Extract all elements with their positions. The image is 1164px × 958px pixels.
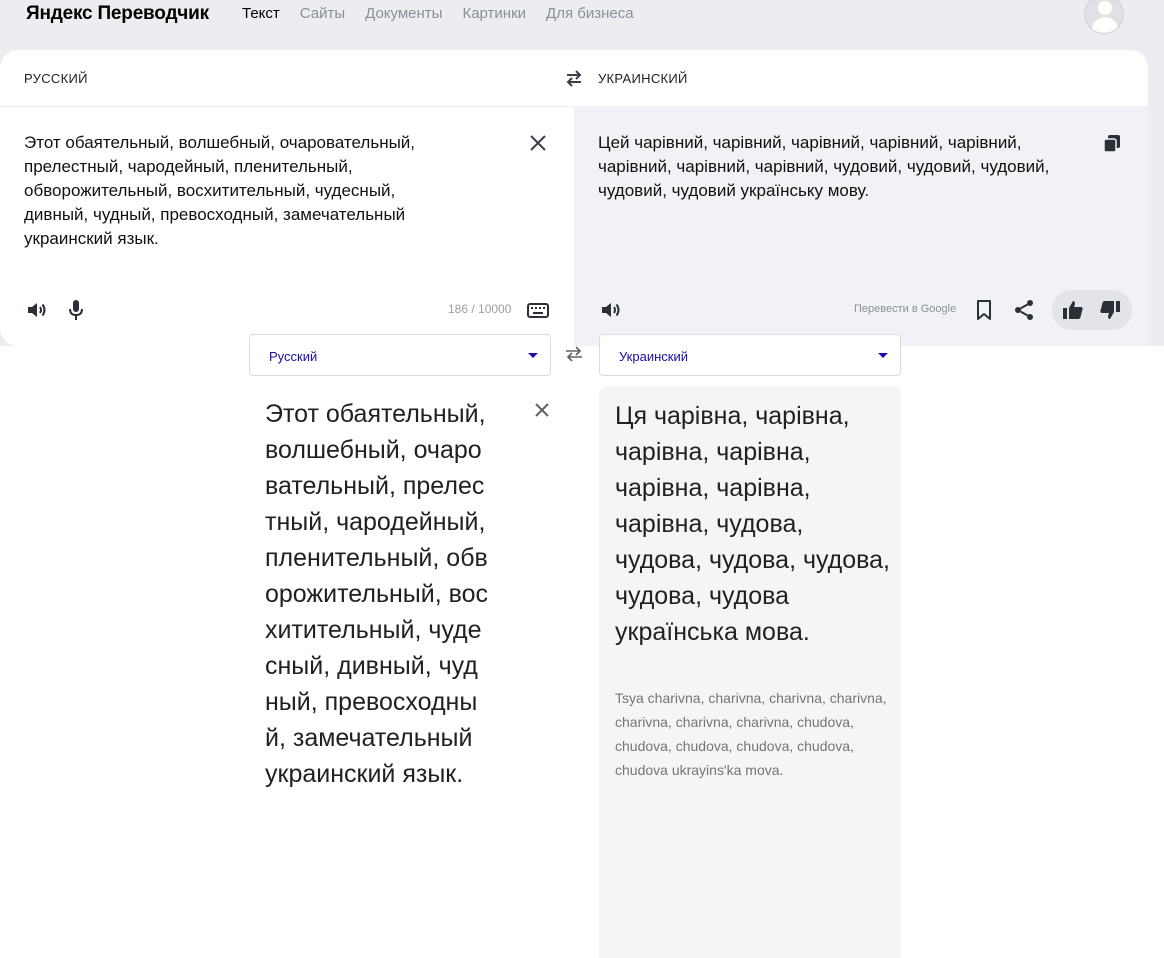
yandex-header: Яндекс Переводчик Текст Сайты Документы … [0, 0, 1164, 50]
thumbs-up-icon[interactable] [1061, 298, 1085, 322]
nav-tab-documents[interactable]: Документы [365, 5, 442, 22]
google-source-language-select[interactable]: Русский [249, 334, 551, 376]
yandex-translator-card: РУССКИЙ УКРАИНСКИЙ Этот обаятельный, вол… [0, 50, 1148, 346]
avatar-body [1092, 17, 1118, 33]
chevron-down-icon [878, 353, 888, 358]
user-avatar[interactable] [1084, 0, 1124, 34]
bookmark-icon[interactable] [972, 298, 996, 322]
target-language-button[interactable]: УКРАИНСКИЙ [598, 71, 688, 86]
close-icon[interactable] [528, 133, 548, 153]
thumbs-down-icon[interactable] [1098, 298, 1122, 322]
speaker-icon[interactable] [25, 298, 49, 322]
nav-tab-text[interactable]: Текст [242, 5, 280, 22]
google-target-language-select[interactable]: Украинский [599, 334, 901, 376]
google-translation-output: Ця чарівна, чарівна, чарівна, чарівна, ч… [615, 402, 890, 646]
google-transliteration: Tsya charivna, charivna, charivna, chari… [615, 690, 887, 778]
chevron-down-icon [528, 353, 538, 358]
source-text-input[interactable]: Этот обаятельный, волшебный, очарователь… [24, 131, 464, 251]
google-target-language-label: Украинский [619, 349, 688, 364]
share-icon[interactable] [1012, 298, 1036, 322]
nav-tab-business[interactable]: Для бизнеса [546, 5, 634, 22]
yandex-nav: Текст Сайты Документы Картинки Для бизне… [242, 5, 654, 22]
google-close-icon[interactable] [533, 401, 551, 419]
google-swap-icon[interactable] [564, 346, 584, 362]
google-source-text-input[interactable]: Этот обаятельный, волшебный, очарователь… [265, 396, 490, 792]
nav-tab-images[interactable]: Картинки [462, 5, 526, 22]
copy-icon[interactable] [1102, 133, 1122, 153]
translate-in-google-link[interactable]: Перевести в Google [854, 303, 956, 315]
microphone-icon[interactable] [64, 298, 88, 322]
divider [0, 106, 574, 107]
avatar-head [1098, 1, 1112, 15]
translation-speaker-icon[interactable] [599, 298, 623, 322]
character-counter: 186 / 10000 [448, 302, 512, 316]
google-source-language-label: Русский [269, 349, 318, 364]
source-language-button[interactable]: РУССКИЙ [24, 71, 88, 86]
nav-tab-sites[interactable]: Сайты [300, 5, 345, 22]
keyboard-icon[interactable] [526, 298, 550, 322]
yandex-logo[interactable]: Яндекс Переводчик [26, 3, 209, 25]
swap-icon[interactable] [564, 68, 584, 88]
translation-output: Цей чарівний, чарівний, чарівний, чарівн… [598, 133, 1050, 200]
